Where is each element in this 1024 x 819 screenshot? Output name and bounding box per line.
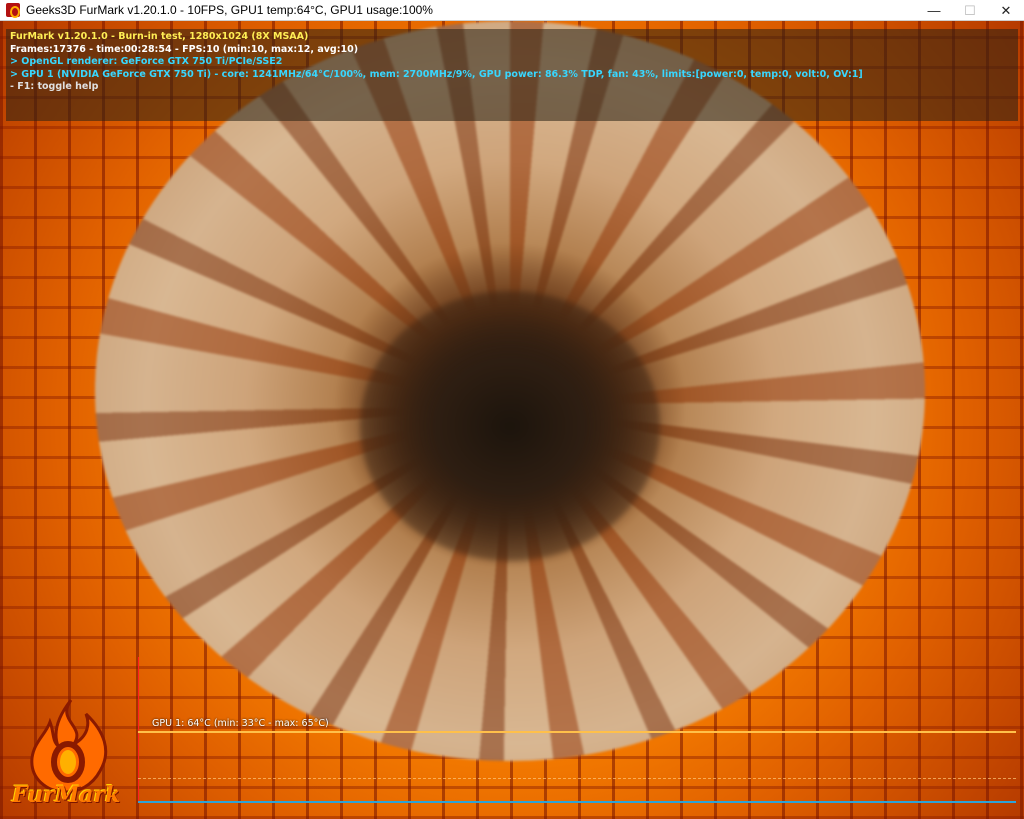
osd-renderer-line: > OpenGL renderer: GeForce GTX 750 Ti/PC… [10, 56, 283, 67]
flame-icon [30, 699, 108, 794]
graph-y-axis [138, 657, 139, 803]
window-title: Geeks3D FurMark v1.20.1.0 - 10FPS, GPU1 … [26, 3, 433, 17]
osd-frames-line: Frames:17376 - time:00:28:54 - FPS:10 (m… [10, 43, 359, 55]
graph-temperature-line [138, 731, 1016, 733]
close-button[interactable]: ✕ [988, 0, 1024, 21]
graph-temperature-label: GPU 1: 64°C (min: 33°C - max: 65°C) [152, 718, 329, 729]
graph-min-line [138, 778, 1016, 779]
osd-panel: FurMark v1.20.1.0 - Burn-in test, 1280x1… [6, 29, 1018, 121]
maximize-button[interactable]: ☐ [952, 0, 988, 21]
window-titlebar[interactable]: Geeks3D FurMark v1.20.1.0 - 10FPS, GPU1 … [0, 0, 1024, 21]
furmark-logo: FurMark [6, 696, 126, 816]
graph-x-axis [138, 801, 1016, 803]
render-viewport[interactable]: FurMark v1.20.1.0 - Burn-in test, 1280x1… [0, 21, 1024, 819]
osd-help-line: - F1: toggle help [10, 81, 99, 92]
fur-donut-center [360, 291, 660, 561]
minimize-button[interactable]: — [916, 0, 952, 21]
osd-version-line: FurMark v1.20.1.0 - Burn-in test, 1280x1… [10, 31, 309, 42]
logo-text: FurMark [12, 782, 121, 808]
temperature-graph: GPU 1: 64°C (min: 33°C - max: 65°C) [138, 657, 1016, 803]
furmark-app-icon[interactable] [6, 3, 20, 18]
osd-gpu-line: > GPU 1 (NVIDIA GeForce GTX 750 Ti) - co… [10, 68, 863, 80]
window-controls: — ☐ ✕ [916, 0, 1024, 21]
